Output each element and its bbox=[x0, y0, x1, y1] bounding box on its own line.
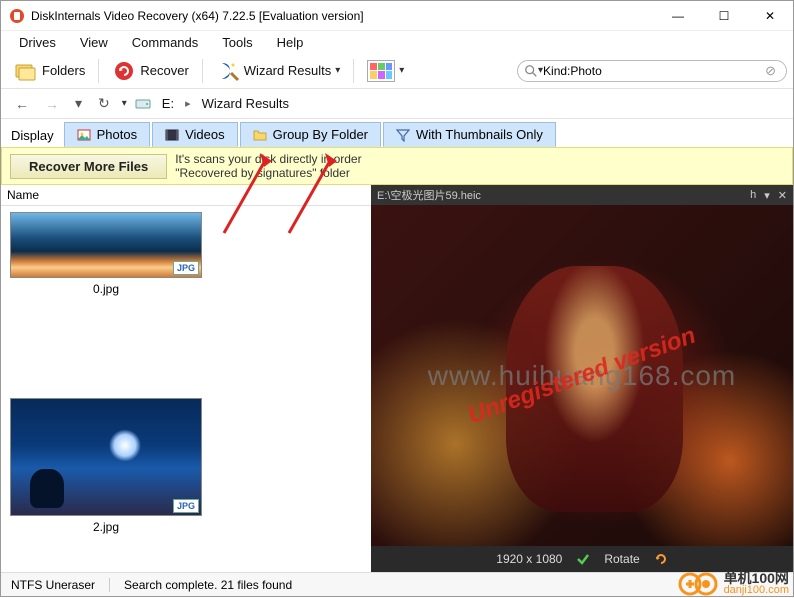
folders-button[interactable]: Folders bbox=[7, 54, 92, 88]
preview-dropdown[interactable]: ▾ bbox=[764, 189, 770, 202]
wizard-results-button[interactable]: Wizard Results ▾ bbox=[209, 54, 347, 88]
drive-icon bbox=[135, 96, 151, 112]
filter-row: Display Photos Videos Group By Folder Wi… bbox=[1, 119, 793, 147]
breadcrumb-drive[interactable]: E: bbox=[159, 95, 177, 112]
status-left: NTFS Uneraser bbox=[11, 578, 95, 592]
app-icon bbox=[9, 8, 25, 24]
search-icon bbox=[524, 64, 538, 78]
filter-photos-label: Photos bbox=[97, 127, 137, 142]
recover-icon bbox=[112, 59, 136, 83]
rotate-button[interactable]: Rotate bbox=[604, 552, 639, 566]
content-area: Name JPG 0.jpg JPG 2.jpg E:\空极光图片59.heic… bbox=[1, 185, 793, 572]
grid-icon bbox=[367, 60, 395, 82]
thumbnail[interactable]: JPG bbox=[10, 212, 202, 278]
hint-text: It's scans your disk directly in order "… bbox=[175, 152, 361, 180]
close-button[interactable]: ✕ bbox=[747, 1, 793, 31]
chevron-down-icon: ▾ bbox=[335, 65, 340, 76]
filter-group-label: Group By Folder bbox=[273, 127, 368, 142]
filter-videos[interactable]: Videos bbox=[152, 122, 238, 147]
separator bbox=[353, 59, 354, 83]
check-icon[interactable] bbox=[576, 552, 590, 566]
file-name: 2.jpg bbox=[93, 520, 119, 534]
folders-label: Folders bbox=[42, 63, 85, 78]
menu-drives[interactable]: Drives bbox=[9, 33, 66, 52]
brand-name: 单机100网 bbox=[724, 572, 789, 584]
filter-videos-label: Videos bbox=[185, 127, 225, 142]
brand-url: danji100.com bbox=[724, 584, 789, 596]
toolbar: Folders Recover Wizard Results ▾ ▾ ▾ ⊘ bbox=[1, 53, 793, 89]
rotate-icon[interactable] bbox=[654, 552, 668, 566]
preview-header: E:\空极光图片59.heic h ▾ ✕ bbox=[371, 185, 793, 205]
hint-line1: It's scans your disk directly in order bbox=[175, 152, 361, 166]
maximize-button[interactable]: ☐ bbox=[701, 1, 747, 31]
thumbnail[interactable]: JPG bbox=[10, 398, 202, 516]
status-right: Search complete. 21 files found bbox=[124, 578, 292, 592]
photo-icon bbox=[77, 128, 91, 142]
preview-footer: 1920 x 1080 Rotate bbox=[371, 546, 793, 572]
preview-image[interactable]: www.huihuang168.com Unregistered version bbox=[371, 205, 793, 546]
video-icon bbox=[165, 128, 179, 142]
preview-close[interactable]: ✕ bbox=[778, 189, 787, 202]
breadcrumb-sep: ▸ bbox=[185, 97, 191, 110]
column-header-name[interactable]: Name bbox=[1, 185, 371, 206]
separator bbox=[109, 578, 110, 592]
breadcrumb-wizard[interactable]: Wizard Results bbox=[199, 95, 292, 112]
nav-dropdown[interactable]: ▾ bbox=[71, 93, 86, 114]
history-button[interactable]: ↻ bbox=[94, 93, 114, 114]
nav-row: ← → ▾ ↻ ▾ E: ▸ Wizard Results bbox=[1, 89, 793, 119]
funnel-icon bbox=[396, 128, 410, 142]
forward-button[interactable]: → bbox=[41, 94, 63, 114]
folder-icon bbox=[253, 128, 267, 142]
chevron-down-icon[interactable]: ▾ bbox=[122, 98, 127, 109]
brand-icon bbox=[676, 570, 720, 598]
file-list-pane: Name JPG 0.jpg JPG 2.jpg bbox=[1, 185, 371, 572]
preview-path: E:\空极光图片59.heic bbox=[377, 187, 481, 203]
minimize-button[interactable]: — bbox=[655, 1, 701, 31]
filter-with-thumbnails[interactable]: With Thumbnails Only bbox=[383, 122, 556, 147]
view-mode-button[interactable]: ▾ bbox=[360, 55, 411, 87]
search-box[interactable]: ▾ ⊘ bbox=[517, 60, 787, 82]
format-badge: JPG bbox=[173, 499, 199, 513]
chevron-down-icon: ▾ bbox=[399, 65, 404, 76]
menu-commands[interactable]: Commands bbox=[122, 33, 208, 52]
recover-more-files-button[interactable]: Recover More Files bbox=[10, 154, 167, 179]
wizard-results-label: Wizard Results bbox=[244, 63, 331, 78]
preview-h[interactable]: h bbox=[750, 189, 756, 202]
wizard-icon bbox=[216, 59, 240, 83]
filter-thumbnails-label: With Thumbnails Only bbox=[416, 127, 543, 142]
back-button[interactable]: ← bbox=[11, 94, 33, 114]
separator bbox=[202, 59, 203, 83]
brand-logo: 单机100网 danji100.com bbox=[676, 570, 789, 598]
folders-icon bbox=[14, 59, 38, 83]
recover-button[interactable]: Recover bbox=[105, 54, 195, 88]
recover-label: Recover bbox=[140, 63, 188, 78]
filter-group-by-folder[interactable]: Group By Folder bbox=[240, 122, 381, 147]
separator bbox=[98, 59, 99, 83]
file-name: 0.jpg bbox=[93, 282, 119, 296]
search-input[interactable] bbox=[543, 64, 761, 78]
window-title: DiskInternals Video Recovery (x64) 7.22.… bbox=[31, 9, 655, 23]
menu-view[interactable]: View bbox=[70, 33, 118, 52]
list-item[interactable]: JPG 2.jpg bbox=[1, 392, 211, 540]
titlebar: DiskInternals Video Recovery (x64) 7.22.… bbox=[1, 1, 793, 31]
list-item[interactable]: JPG 0.jpg bbox=[1, 206, 211, 302]
filter-photos[interactable]: Photos bbox=[64, 122, 150, 147]
menu-help[interactable]: Help bbox=[267, 33, 314, 52]
display-label: Display bbox=[5, 124, 64, 147]
format-badge: JPG bbox=[173, 261, 199, 275]
statusbar: NTFS Uneraser Search complete. 21 files … bbox=[1, 572, 793, 596]
menu-tools[interactable]: Tools bbox=[212, 33, 262, 52]
preview-dimensions: 1920 x 1080 bbox=[496, 552, 562, 566]
menubar: Drives View Commands Tools Help bbox=[1, 31, 793, 53]
clear-search-button[interactable]: ⊘ bbox=[761, 63, 780, 79]
hint-line2: "Recovered by signatures" folder bbox=[175, 166, 361, 180]
preview-pane: E:\空极光图片59.heic h ▾ ✕ www.huihuang168.co… bbox=[371, 185, 793, 572]
hint-bar: Recover More Files It's scans your disk … bbox=[1, 147, 793, 185]
